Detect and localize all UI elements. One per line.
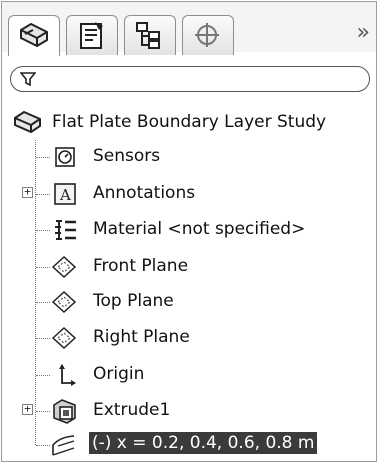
sketch-icon <box>52 435 75 456</box>
tab-dimxpert[interactable] <box>182 15 234 55</box>
annotations-icon: A <box>54 183 76 205</box>
overflow-chevron-icon[interactable]: » <box>357 20 371 45</box>
filter-icon <box>20 72 36 87</box>
tab-configuration[interactable] <box>124 15 176 55</box>
dimxpert-icon <box>195 23 219 47</box>
expand-icon[interactable]: + <box>22 186 33 198</box>
tab-property-manager[interactable] <box>66 15 118 55</box>
feature-manager-panel: » Flat Plate Boundary Layer Study Sensor… <box>1 1 377 462</box>
tree-item-label: Extrude1 <box>93 400 171 420</box>
configuration-icon <box>136 22 160 49</box>
tree-guide-line <box>35 140 36 445</box>
property-manager-icon <box>80 22 103 49</box>
material-icon <box>55 220 76 240</box>
plane-icon <box>51 326 77 350</box>
tree-item-label: Sensors <box>93 146 161 166</box>
origin-icon <box>59 364 76 386</box>
tree-item-label: Right Plane <box>93 327 190 347</box>
extrude-icon <box>53 399 76 424</box>
tree-item-label: Top Plane <box>93 291 174 311</box>
plane-icon <box>51 255 77 279</box>
tree-item-label: Front Plane <box>93 256 189 276</box>
part-icon <box>14 110 41 134</box>
tree-root[interactable]: Flat Plate Boundary Layer Study <box>12 108 326 136</box>
filter-field[interactable] <box>10 66 370 92</box>
tree-item-label: Material <not specified> <box>93 219 306 239</box>
tree-item-label: Annotations <box>93 183 196 203</box>
sensors-icon <box>55 147 75 167</box>
tab-feature-tree[interactable] <box>8 15 60 56</box>
svg-text:A: A <box>59 186 71 204</box>
plane-icon <box>51 290 77 314</box>
expand-icon[interactable]: + <box>22 403 33 415</box>
tree-root-label: Flat Plate Boundary Layer Study <box>52 112 327 132</box>
tree-item-label: Origin <box>93 364 145 384</box>
tree-item-label-selected: (-) x = 0.2, 0.4, 0.6, 0.8 m <box>89 432 318 454</box>
tab-strip: » <box>2 2 376 56</box>
part-tree-icon <box>20 22 48 48</box>
